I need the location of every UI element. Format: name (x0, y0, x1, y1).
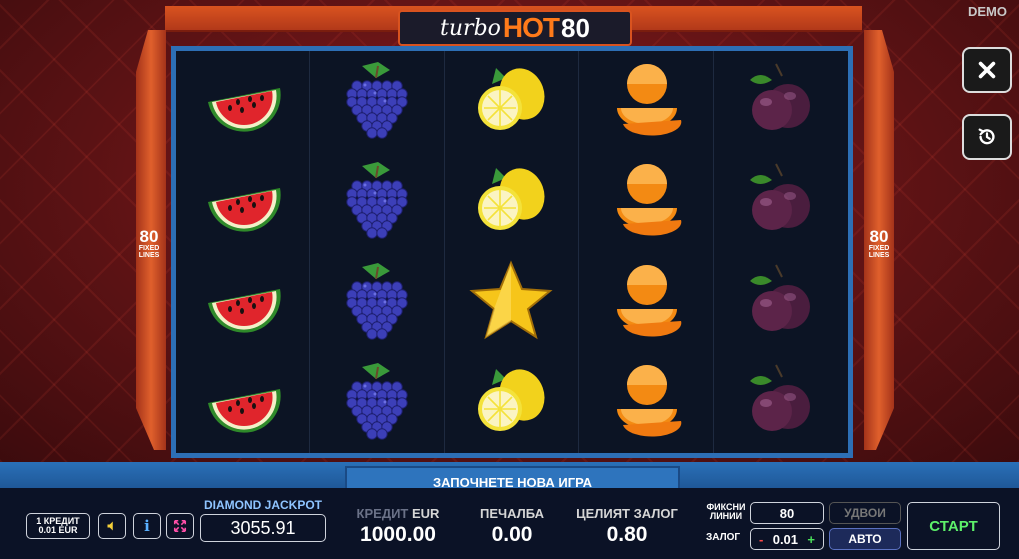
reel-cell (176, 352, 311, 453)
history-icon (978, 128, 995, 145)
lemon-icon (466, 359, 556, 446)
watermelon-icon (198, 259, 288, 346)
reel-cell (176, 151, 311, 252)
jackpot-value: 3055.91 (200, 514, 326, 542)
watermelon-icon (198, 359, 288, 446)
double-button[interactable]: УДВОИ (829, 502, 901, 524)
reel-cell (714, 252, 848, 353)
orange-icon (601, 359, 691, 446)
watermelon-icon (198, 58, 288, 145)
orange-icon (601, 259, 691, 346)
reel-cell (714, 51, 848, 152)
game-logo: turbo HOT 80 (398, 10, 632, 46)
plum-icon (736, 359, 826, 446)
reel-cell (445, 51, 580, 152)
lemon-icon (466, 58, 556, 145)
bet-stepper: - 0.01 + (750, 528, 824, 550)
demo-label: DEMO (968, 4, 1007, 19)
start-button[interactable]: СТАРТ (907, 502, 1000, 550)
reel-cell (445, 151, 580, 252)
reel-cell (714, 353, 848, 454)
fixed-lines-left: 80 FIXED LINES (138, 227, 160, 259)
grapes-icon (332, 359, 422, 446)
orange-icon (601, 158, 691, 245)
credit-denomination-button[interactable]: 1 КРЕДИТ 0.01 EUR (26, 513, 90, 539)
bet-decrease-button[interactable]: - (759, 532, 763, 547)
bet-label: ЗАЛОГ (706, 532, 741, 543)
plum-icon (736, 58, 826, 145)
fullscreen-icon (173, 519, 187, 533)
jackpot-label: DIAMOND JACKPOT (203, 498, 322, 512)
bet-value: 0.01 (772, 531, 799, 547)
reel-cell (445, 252, 580, 353)
credit-value: 1000.00 (360, 523, 436, 546)
info-icon: i (144, 517, 150, 535)
reel-cell (310, 51, 445, 152)
orange-icon (601, 58, 691, 145)
fullscreen-button[interactable] (166, 513, 194, 539)
bet-increase-button[interactable]: + (807, 532, 815, 547)
win-stat: ПЕЧАЛБА 0.00 (468, 506, 556, 547)
reel-cell (310, 151, 445, 252)
reel-cell (176, 51, 311, 152)
history-button[interactable] (962, 114, 1012, 160)
reel-cell (579, 352, 714, 453)
grapes-icon (332, 158, 422, 245)
grapes-icon (332, 58, 422, 145)
info-button[interactable]: i (133, 513, 161, 539)
plum-icon (736, 158, 826, 245)
total-bet-value: 0.80 (606, 523, 648, 546)
reel-cell (310, 252, 445, 353)
watermelon-icon (198, 158, 288, 245)
credit-stat: КРЕДИТ EUR 1000.00 (352, 506, 444, 547)
reel-cell (176, 252, 311, 353)
plum-icon (736, 259, 826, 346)
reel-cell (579, 51, 714, 152)
reel-cell (579, 252, 714, 353)
speaker-icon (107, 521, 113, 531)
fixed-lines-label: ФИКСНИ ЛИНИИ (706, 502, 746, 522)
fixed-lines-value: 80 (750, 502, 824, 524)
auto-button[interactable]: АВТО (829, 528, 901, 550)
grapes-icon (332, 259, 422, 346)
close-icon (978, 61, 996, 79)
star-icon (466, 259, 556, 346)
reel-cell (579, 151, 714, 252)
sound-button[interactable] (98, 513, 126, 539)
reel-cell (714, 152, 848, 253)
close-button[interactable] (962, 47, 1012, 93)
total-bet-stat: ЦЕЛИЯТ ЗАЛОГ 0.80 (572, 506, 682, 547)
win-value: 0.00 (491, 523, 533, 546)
reel-cell (445, 352, 580, 453)
reel-cell (310, 352, 445, 453)
lemon-icon (466, 158, 556, 245)
fixed-lines-right: 80 FIXED LINES (868, 227, 890, 259)
reel-grid (171, 46, 853, 458)
